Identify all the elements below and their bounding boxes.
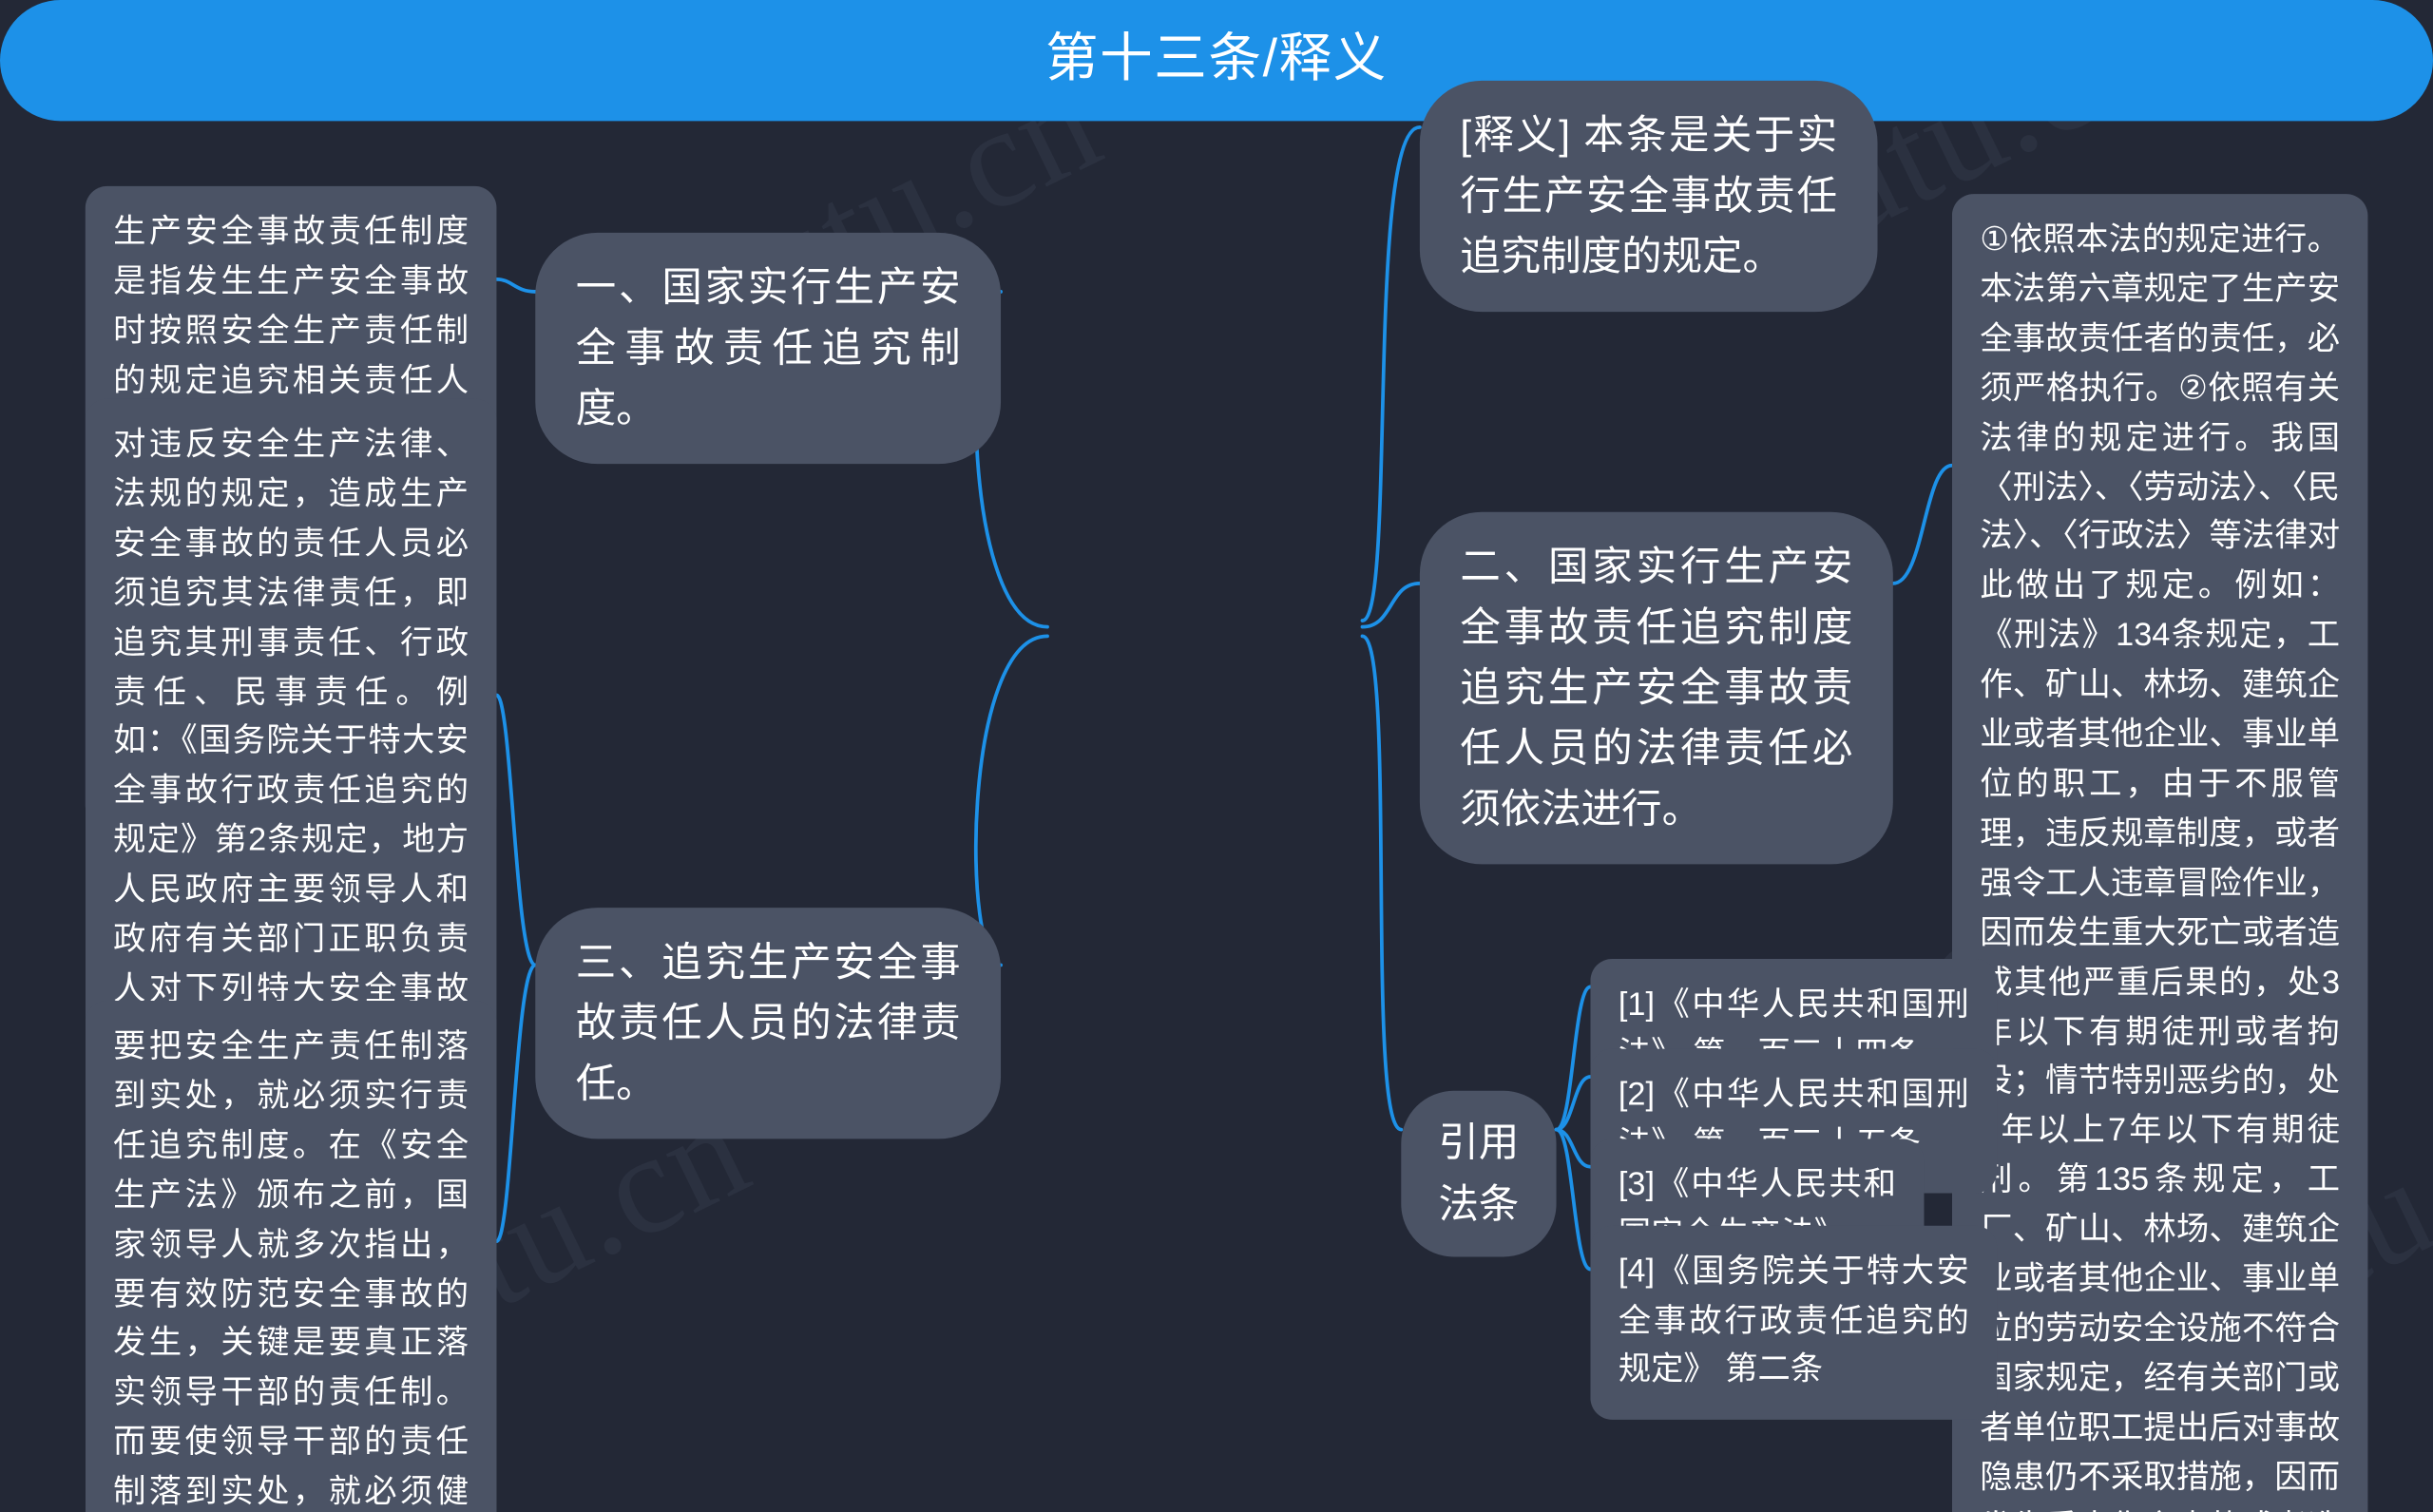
leaf-node-b3c2[interactable]: 要把安全生产责任制落到实处，就必须实行责任追究制度。在《安全生产法》颁布之前，国…: [85, 1001, 497, 1512]
edge-ref-item1: [1554, 985, 1593, 1132]
mindmap-canvas[interactable]: shutu.cn shutu.cn shutu.cn shutu.cn shut…: [0, 0, 2433, 1512]
edge-root-references: [1360, 634, 1404, 1132]
leaf-node-b2c1[interactable]: ①依照本法的规定进行。本法第六章规定了生产安全事故责任者的责任，必须严格执行。②…: [1951, 194, 2368, 1512]
edge-ref-item3: [1554, 1127, 1593, 1169]
edge-root-branch2: [1360, 581, 1422, 629]
branch-node-2[interactable]: 二、国家实行生产安全事故责任追究制度追究生产安全事故责任人员的法律责任必须依法进…: [1419, 511, 1893, 865]
edge-branch1-child1: [494, 277, 538, 294]
edge-ref-item2: [1554, 1075, 1593, 1132]
edge-branch3-child1: [494, 693, 538, 967]
references-title-node[interactable]: 引用法条: [1401, 1090, 1557, 1257]
edge-root-related: [1360, 124, 1422, 622]
edge-branch3-child2: [494, 963, 538, 1243]
edge-branch2-child1: [1890, 463, 1954, 585]
edge-ref-item4: [1554, 1127, 1593, 1272]
root-node[interactable]: 第十三条/释义: [0, 0, 2433, 122]
reference-item-4[interactable]: [4]《国务院关于特大安全事故行政责任追究的规定》 第二条: [1590, 1225, 1998, 1420]
related-node-interpretation[interactable]: [释义] 本条是关于实行生产安全事故责任追究制度的规定。: [1419, 80, 1878, 313]
branch-node-3[interactable]: 三、追究生产安全事故责任人员的法律责任。: [535, 908, 1002, 1139]
edge-root-branch3: [973, 634, 1049, 967]
branch-node-1[interactable]: 一、国家实行生产安全事故责任追究制度。: [535, 232, 1002, 465]
